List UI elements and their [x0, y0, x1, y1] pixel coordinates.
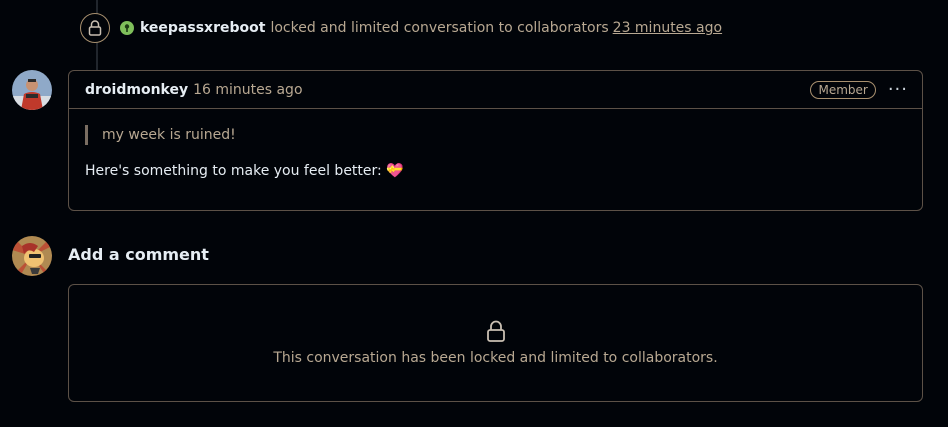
- lock-event-badge: [80, 13, 110, 43]
- comment-body: my week is ruined! Here's something to m…: [69, 109, 922, 197]
- event-actor-link[interactable]: keepassxreboot: [140, 20, 265, 36]
- blockquote: my week is ruined!: [85, 125, 906, 145]
- comment-card: droidmonkey 16 minutes ago Member ··· my…: [68, 70, 923, 211]
- droidmonkey-avatar-image: [12, 70, 52, 110]
- add-comment-heading: Add a comment: [68, 245, 209, 264]
- comment-header: droidmonkey 16 minutes ago Member ···: [69, 71, 922, 109]
- event-time-link[interactable]: 23 minutes ago: [613, 20, 722, 36]
- actor-avatar[interactable]: [120, 21, 134, 35]
- current-user-avatar[interactable]: [12, 236, 52, 276]
- member-badge: Member: [810, 80, 876, 99]
- comment-time-link[interactable]: 16 minutes ago: [193, 82, 302, 98]
- commenter-avatar[interactable]: [12, 70, 52, 110]
- lock-icon: [486, 320, 505, 342]
- pony-avatar-image: [12, 236, 52, 276]
- locked-message: This conversation has been locked and li…: [273, 350, 718, 366]
- more-options-icon[interactable]: ···: [884, 80, 912, 98]
- lock-event: keepassxreboot locked and limited conver…: [80, 12, 722, 44]
- locked-conversation-notice: This conversation has been locked and li…: [68, 284, 923, 402]
- event-description: locked and limited conversation to colla…: [270, 20, 609, 36]
- keepassxc-logo-icon: [124, 24, 130, 32]
- comment-text: Here's something to make you feel better…: [85, 163, 404, 179]
- lock-icon: [88, 20, 102, 36]
- comment-author-link[interactable]: droidmonkey: [85, 82, 188, 98]
